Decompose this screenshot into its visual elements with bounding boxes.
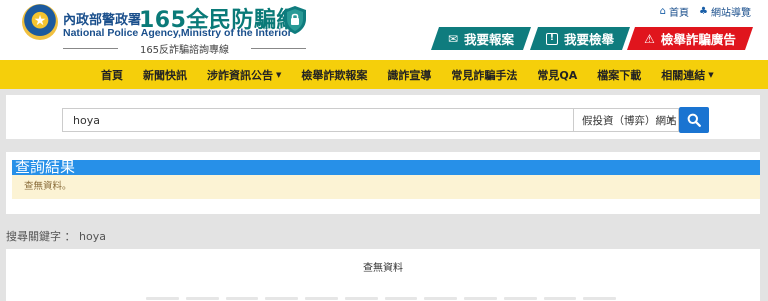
- report-scam-ad-label: 檢舉詐騙廣告: [660, 32, 736, 47]
- nav-item-label: 常見QA: [537, 68, 578, 82]
- nav-item-label: 常見詐騙手法: [451, 68, 518, 82]
- submit-tip-label: 我要檢舉: [563, 32, 614, 47]
- nav-item-2[interactable]: 涉詐資訊公告 ▼: [197, 67, 291, 83]
- agency-name-chinese: 內政部警政署: [63, 13, 142, 28]
- nav-item-label: 相關連結: [661, 68, 706, 82]
- nav-item-5[interactable]: 常見詐騙手法: [441, 67, 527, 83]
- caret-down-icon: ▼: [276, 70, 282, 79]
- category-select[interactable]: 假投資（博弈）網站 ▾: [573, 108, 679, 132]
- nav-item-8[interactable]: 相關連結 ▼: [651, 67, 723, 83]
- nav-item-label: 識詐宣導: [387, 68, 432, 82]
- nav-item-label: 涉詐資訊公告: [207, 68, 273, 82]
- exclamation-box-icon: !: [546, 33, 558, 45]
- report-case-label: 我要報案: [464, 32, 515, 47]
- main-nav-list: 首頁 新聞快訊 涉詐資訊公告 ▼ 檢舉詐欺報案 識詐宣導 常見詐騙手法 常見QA 檔案下載 相關連…: [91, 60, 724, 89]
- keyword-results-panel: 查無資料: [6, 249, 760, 301]
- tagline-divider-left: [63, 48, 118, 49]
- nav-item-3[interactable]: 檢舉詐欺報案: [291, 67, 377, 83]
- nav-item-label: 檔案下載: [597, 68, 642, 82]
- search-input[interactable]: [62, 108, 573, 132]
- hotline-tagline: 165反詐騙諮詢專線: [63, 41, 306, 56]
- search-icon: [687, 113, 701, 127]
- nav-item-0[interactable]: 首頁: [91, 67, 133, 83]
- faded-footer-text: [146, 297, 616, 301]
- top-links: ⌂ 首頁 ♣ 網站導覽: [660, 4, 751, 19]
- site-header: ★ 內政部警政署 165全民防騙網 National Police Agency…: [0, 0, 768, 60]
- search-panel: 假投資（博弈）網站 ▾: [6, 95, 760, 139]
- nav-item-label: 首頁: [101, 68, 123, 82]
- nav-item-6[interactable]: 常見QA: [527, 67, 587, 83]
- nav-item-4[interactable]: 識詐宣導: [377, 67, 441, 83]
- report-scam-ad-button[interactable]: ⚠ 檢舉詐騙廣告: [627, 27, 753, 50]
- shield-lock-icon: [284, 6, 306, 34]
- result-title: 查詢結果: [12, 160, 760, 175]
- search-button[interactable]: [679, 107, 709, 133]
- search-keyword-label: 搜尋關鍵字 ： hoya: [6, 230, 106, 243]
- home-link[interactable]: ⌂ 首頁: [660, 4, 689, 19]
- tagline-divider-right: [251, 48, 306, 49]
- sitemap-icon: ♣: [699, 6, 708, 17]
- nav-item-label: 新聞快訊: [143, 68, 187, 82]
- sitemap-link-label: 網站導覽: [711, 8, 751, 19]
- category-select-value: 假投資（博弈）網站: [582, 114, 677, 127]
- nav-item-1[interactable]: 新聞快訊: [133, 67, 197, 83]
- sitemap-link[interactable]: ♣ 網站導覽: [699, 4, 751, 19]
- submit-tip-button[interactable]: ! 我要檢舉: [530, 27, 630, 50]
- home-icon: ⌂: [659, 6, 667, 17]
- police-badge-logo[interactable]: ★: [22, 4, 58, 40]
- main-nav: 首頁 新聞快訊 涉詐資訊公告 ▼ 檢舉詐欺報案 識詐宣導 常見詐騙手法 常見QA 檔案下載 相關連…: [0, 60, 768, 89]
- envelope-icon: ✉: [447, 31, 459, 46]
- report-case-button[interactable]: ✉ 我要報案: [431, 27, 531, 50]
- agency-name-english: National Police Agency,Ministry of the I…: [63, 27, 292, 39]
- no-data-text: 查無資料: [363, 263, 403, 274]
- caret-down-icon: ▼: [708, 70, 714, 79]
- warning-icon: ⚠: [644, 31, 655, 46]
- tagline-text: 165反詐騙諮詢專線: [139, 45, 230, 56]
- result-panel: 查詢結果 查無資料。: [6, 152, 760, 214]
- chevron-down-icon: ▾: [668, 115, 673, 125]
- no-data-alert: 查無資料。: [12, 175, 760, 199]
- nav-item-label: 檢舉詐欺報案: [301, 68, 368, 82]
- nav-item-7[interactable]: 檔案下載: [587, 67, 651, 83]
- home-link-label: 首頁: [669, 8, 690, 19]
